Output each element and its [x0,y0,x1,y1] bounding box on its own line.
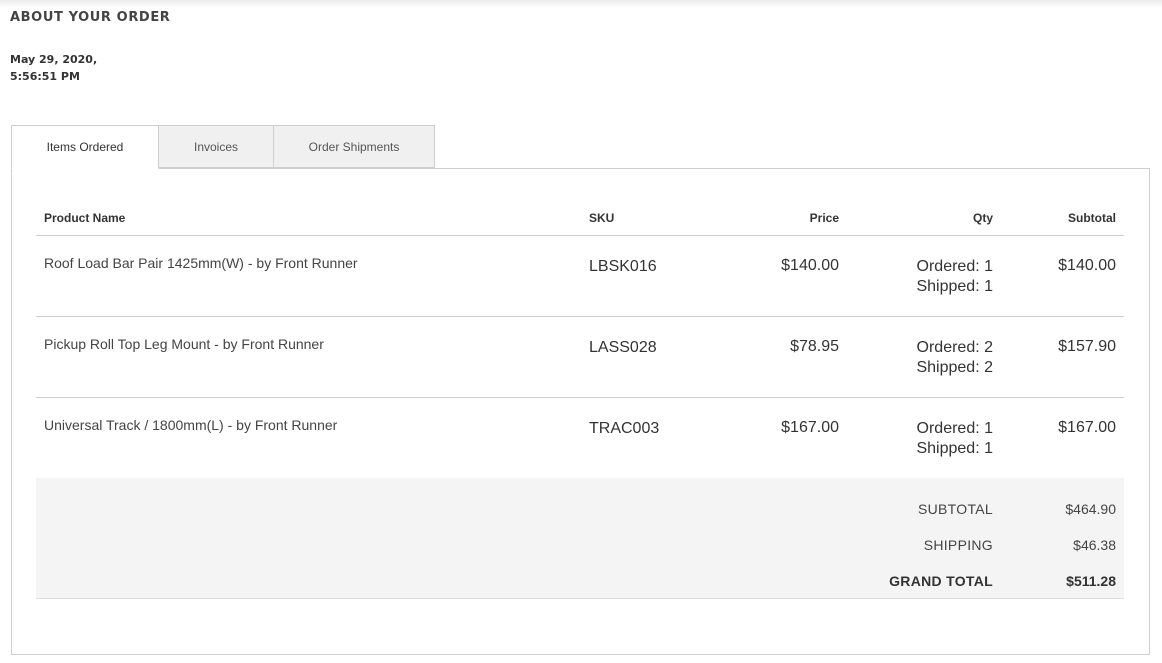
tab-invoices[interactable]: Invoices [158,125,274,168]
items-table: Product Name SKU Price Qty Subtotal Roof… [36,200,1124,478]
shipping-row: SHIPPING $46.38 [36,537,1124,557]
product-price: $167.00 [781,419,839,436]
column-header-subtotal: Subtotal [1068,211,1116,225]
page-title: ABOUT YOUR ORDER [10,10,171,25]
table-row: Roof Load Bar Pair 1425mm(W) - by Front … [36,236,1124,317]
order-totals: SUBTOTAL $464.90 SHIPPING $46.38 GRAND T… [36,478,1124,599]
shipping-value: $46.38 [1073,537,1116,553]
tab-items-ordered[interactable]: Items Ordered [11,125,159,169]
product-sku: LASS028 [589,339,657,356]
column-header-sku: SKU [589,211,615,225]
grand-total-value: $511.28 [1066,573,1116,589]
order-time-line: 5:56:51 PM [10,70,80,83]
table-row: Universal Track / 1800mm(L) - by Front R… [36,398,1124,478]
grand-total-row: GRAND TOTAL $511.28 [36,573,1124,593]
order-date: May 29, 2020, 5:56:51 PM [10,51,97,85]
qty-shipped: Shipped: 1 [916,440,993,457]
shipping-label: SHIPPING [923,537,993,553]
product-subtotal: $140.00 [1058,257,1116,274]
qty-shipped: Shipped: 2 [916,359,993,376]
order-date-line: May 29, 2020, [10,53,98,66]
table-row: Pickup Roll Top Leg Mount - by Front Run… [36,317,1124,398]
product-name: Roof Load Bar Pair 1425mm(W) - by Front … [44,255,358,271]
header-shadow [0,0,1162,8]
product-name: Universal Track / 1800mm(L) - by Front R… [44,417,338,433]
product-sku: TRAC003 [589,420,660,437]
product-subtotal: $167.00 [1058,419,1116,436]
table-header-row: Product Name SKU Price Qty Subtotal [36,200,1124,236]
subtotal-value: $464.90 [1065,501,1116,517]
product-price: $78.95 [790,338,839,355]
product-qty: Ordered: 1 Shipped: 1 [916,257,993,297]
subtotal-label: SUBTOTAL [917,501,993,517]
product-price: $140.00 [781,257,839,274]
tab-order-shipments[interactable]: Order Shipments [273,125,435,168]
qty-ordered: Ordered: 2 [916,339,993,356]
product-name: Pickup Roll Top Leg Mount - by Front Run… [44,336,324,352]
product-qty: Ordered: 1 Shipped: 1 [916,419,993,459]
product-subtotal: $157.90 [1058,338,1116,355]
subtotal-row: SUBTOTAL $464.90 [36,501,1124,521]
qty-shipped: Shipped: 1 [916,278,993,295]
column-header-product-name: Product Name [44,211,126,225]
qty-ordered: Ordered: 1 [916,420,993,437]
product-sku: LBSK016 [589,258,657,275]
grand-total-label: GRAND TOTAL [889,573,993,589]
column-header-price: Price [809,211,839,225]
qty-ordered: Ordered: 1 [916,258,993,275]
product-qty: Ordered: 2 Shipped: 2 [916,338,993,378]
column-header-qty: Qty [972,211,993,225]
